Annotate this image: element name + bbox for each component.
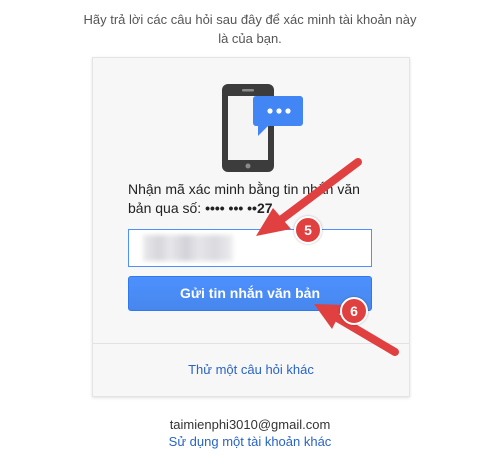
account-email: taimienphi3010@gmail.com <box>169 417 331 432</box>
blurred-input-content <box>143 235 233 261</box>
intro-text: Hãy trả lời các câu hỏi sau đây để xác m… <box>75 10 425 48</box>
use-other-account-link[interactable]: Sử dụng một tài khoản khác <box>100 434 400 449</box>
step-badge-6: 6 <box>340 297 368 325</box>
try-other-question-link[interactable]: Thử một câu hỏi khác <box>93 362 409 377</box>
phone-sms-icon <box>222 84 303 172</box>
verification-page: Hãy trả lời các câu hỏi sau đây để xác m… <box>0 0 500 464</box>
intro-line-2: là của bạn. <box>218 31 282 46</box>
card-divider <box>93 343 409 344</box>
sms-prompt: Nhận mã xác minh bằng tin nhắn văn bản q… <box>128 180 378 218</box>
intro-line-1: Hãy trả lời các câu hỏi sau đây để xác m… <box>83 12 417 27</box>
send-sms-button[interactable]: Gửi tin nhắn văn bản <box>128 276 372 311</box>
masked-phone-number: •••• ••• ••27 <box>205 200 273 216</box>
step-badge-5: 5 <box>294 216 322 244</box>
